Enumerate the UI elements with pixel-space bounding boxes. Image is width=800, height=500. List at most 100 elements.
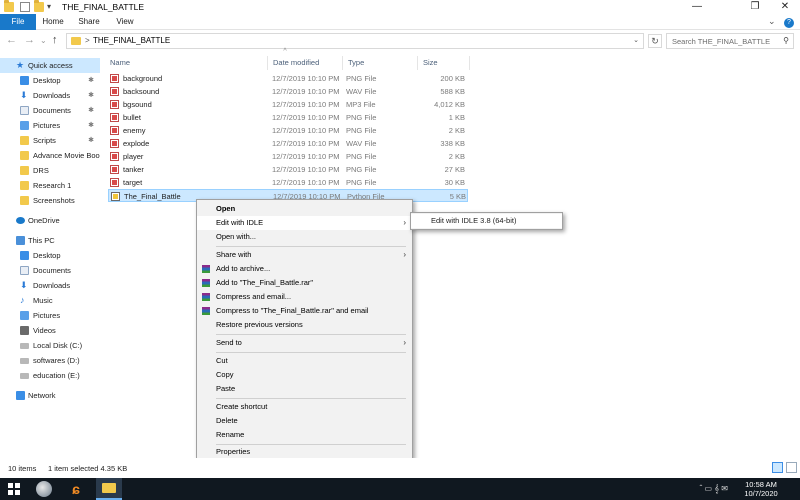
windows-start-icon[interactable] [8, 483, 20, 495]
nav-qa-pictures[interactable]: Pictures ✱ [0, 118, 100, 133]
column-header-size[interactable]: Size [423, 56, 438, 70]
menu-item-rename[interactable]: Rename [197, 428, 412, 442]
column-header-name[interactable]: Name [110, 56, 130, 70]
nav-pc-videos[interactable]: Videos [0, 323, 100, 338]
tab-home[interactable]: Home [38, 14, 68, 30]
menu-item-restore-versions[interactable]: Restore previous versions [197, 318, 412, 332]
expand-ribbon-icon[interactable]: ⌄ [768, 16, 776, 26]
customize-toolbar-icon[interactable]: ▾ [47, 2, 57, 12]
menu-item-delete[interactable]: Delete [197, 414, 412, 428]
file-row[interactable]: player 12/7/2019 10:10 PM PNG File 2 KB [108, 150, 468, 163]
nav-qa-desktop[interactable]: Desktop ✱ [0, 73, 100, 88]
nav-this-pc[interactable]: This PC [0, 233, 100, 248]
tab-share[interactable]: Share [74, 14, 104, 30]
nav-qa-advance-movie[interactable]: Advance Movie Boo [0, 148, 100, 163]
refresh-button[interactable]: ↻ [648, 34, 662, 48]
nav-qa-documents[interactable]: Documents ✱ [0, 103, 100, 118]
menu-label: Edit with IDLE [216, 218, 264, 227]
nav-qa-drs[interactable]: DRS [0, 163, 100, 178]
nav-pc-pictures[interactable]: Pictures [0, 308, 100, 323]
audio-file-icon [110, 139, 119, 148]
column-divider[interactable] [417, 56, 418, 70]
menu-label: Copy [216, 370, 234, 379]
menu-label: Restore previous versions [216, 320, 303, 329]
clock-date[interactable]: 10/7/2020 [736, 489, 786, 498]
column-divider[interactable] [267, 56, 268, 70]
clock-time[interactable]: 10:58 AM [736, 480, 786, 489]
column-header-date[interactable]: Date modified [273, 56, 319, 70]
menu-item-compress-email[interactable]: Compress and email... [197, 290, 412, 304]
file-row[interactable]: background 12/7/2019 10:10 PM PNG File 2… [108, 72, 468, 85]
nav-label: DRS [33, 166, 49, 175]
file-row[interactable]: tanker 12/7/2019 10:10 PM PNG File 27 KB [108, 163, 468, 176]
search-input[interactable]: Search THE_FINAL_BATTLE ⚲ [666, 33, 794, 49]
image-file-icon [110, 165, 119, 174]
nav-pc-downloads[interactable]: ⬇ Downloads [0, 278, 100, 293]
column-header-type[interactable]: Type [348, 56, 364, 70]
menu-label: Add to archive... [216, 264, 271, 273]
details-view-icon[interactable] [772, 462, 783, 473]
recent-locations-button[interactable]: ⌄ [40, 36, 47, 45]
file-date: 12/7/2019 10:10 PM [272, 74, 340, 83]
minimize-button[interactable]: — [682, 0, 712, 14]
breadcrumb-chevron-icon[interactable]: > [85, 36, 90, 45]
menu-item-send-to[interactable]: Send to › [197, 336, 412, 350]
app-icon[interactable]: ɕ [68, 481, 84, 497]
maximize-button[interactable]: ❐ [740, 0, 770, 14]
nav-qa-downloads[interactable]: ⬇ Downloads ✱ [0, 88, 100, 103]
close-button[interactable]: ✕ [770, 0, 800, 14]
help-icon[interactable]: ? [784, 18, 794, 28]
menu-item-copy[interactable]: Copy [197, 368, 412, 382]
nav-pc-documents[interactable]: Documents [0, 263, 100, 278]
column-divider[interactable] [469, 56, 470, 70]
nav-pc-music[interactable]: ♪ Music [0, 293, 100, 308]
file-explorer-taskbar-icon[interactable] [96, 478, 122, 500]
navigation-pane[interactable]: ★ Quick access Desktop ✱ ⬇ Downloads ✱ D… [0, 54, 100, 456]
menu-item-add-to-archive[interactable]: Add to archive... [197, 262, 412, 276]
nav-network[interactable]: Network [0, 388, 100, 403]
nav-qa-screenshots[interactable]: Screenshots [0, 193, 100, 208]
tray-icons[interactable]: ˆ ▭ 𝄞 ✉ [700, 484, 728, 494]
menu-item-paste[interactable]: Paste [197, 382, 412, 396]
address-bar[interactable]: > THE_FINAL_BATTLE ⌄ [66, 33, 644, 49]
new-folder-icon[interactable] [34, 0, 44, 12]
taskbar: ɕ ˆ ▭ 𝄞 ✉ 10:58 AM 10/7/2020 [0, 478, 800, 500]
file-row[interactable]: target 12/7/2019 10:10 PM PNG File 30 KB [108, 176, 468, 189]
file-row[interactable]: backsound 12/7/2019 10:10 PM WAV File 58… [108, 85, 468, 98]
large-icons-view-icon[interactable] [786, 462, 797, 473]
app-icon[interactable] [36, 481, 52, 497]
column-divider[interactable] [342, 56, 343, 70]
menu-item-share-with[interactable]: Share with › [197, 248, 412, 262]
nav-pc-local-disk-c[interactable]: Local Disk (C:) [0, 338, 100, 353]
back-button[interactable]: ← [6, 34, 17, 46]
menu-item-open[interactable]: Open [197, 202, 412, 216]
address-dropdown-icon[interactable]: ⌄ [633, 36, 639, 44]
menu-item-cut[interactable]: Cut [197, 354, 412, 368]
file-row[interactable]: bgsound 12/7/2019 10:10 PM MP3 File 4,01… [108, 98, 468, 111]
up-button[interactable]: ↑ [52, 34, 58, 46]
menu-item-add-to-rar[interactable]: Add to "The_Final_Battle.rar" [197, 276, 412, 290]
menu-item-create-shortcut[interactable]: Create shortcut [197, 400, 412, 414]
menu-item-edit-with-idle[interactable]: Edit with IDLE › [197, 216, 412, 230]
nav-quick-access[interactable]: ★ Quick access [0, 58, 100, 73]
file-row[interactable]: enemy 12/7/2019 10:10 PM PNG File 2 KB [108, 124, 468, 137]
forward-button[interactable]: → [24, 34, 35, 46]
menu-item-properties[interactable]: Properties [197, 445, 412, 459]
nav-qa-scripts[interactable]: Scripts ✱ [0, 133, 100, 148]
nav-pc-softwares-d[interactable]: softwares (D:) [0, 353, 100, 368]
nav-label: Pictures [33, 311, 61, 320]
properties-icon[interactable] [20, 2, 30, 12]
menu-item-open-with[interactable]: Open with... [197, 230, 412, 244]
nav-qa-research[interactable]: Research 1 [0, 178, 100, 193]
nav-onedrive[interactable]: OneDrive [0, 213, 100, 228]
file-row[interactable]: bullet 12/7/2019 10:10 PM PNG File 1 KB [108, 111, 468, 124]
nav-pc-education-e[interactable]: education (E:) [0, 368, 100, 383]
nav-pc-desktop[interactable]: Desktop [0, 248, 100, 263]
file-row[interactable]: explode 12/7/2019 10:10 PM WAV File 338 … [108, 137, 468, 150]
file-size: 5 KB [449, 192, 466, 201]
menu-item-compress-rar-email[interactable]: Compress to "The_Final_Battle.rar" and e… [197, 304, 412, 318]
tab-view[interactable]: View [110, 14, 140, 30]
menu-item-idle-38[interactable]: Edit with IDLE 3.8 (64-bit) [411, 214, 562, 228]
breadcrumb-current[interactable]: THE_FINAL_BATTLE [93, 36, 170, 45]
tab-file[interactable]: File [0, 14, 36, 30]
